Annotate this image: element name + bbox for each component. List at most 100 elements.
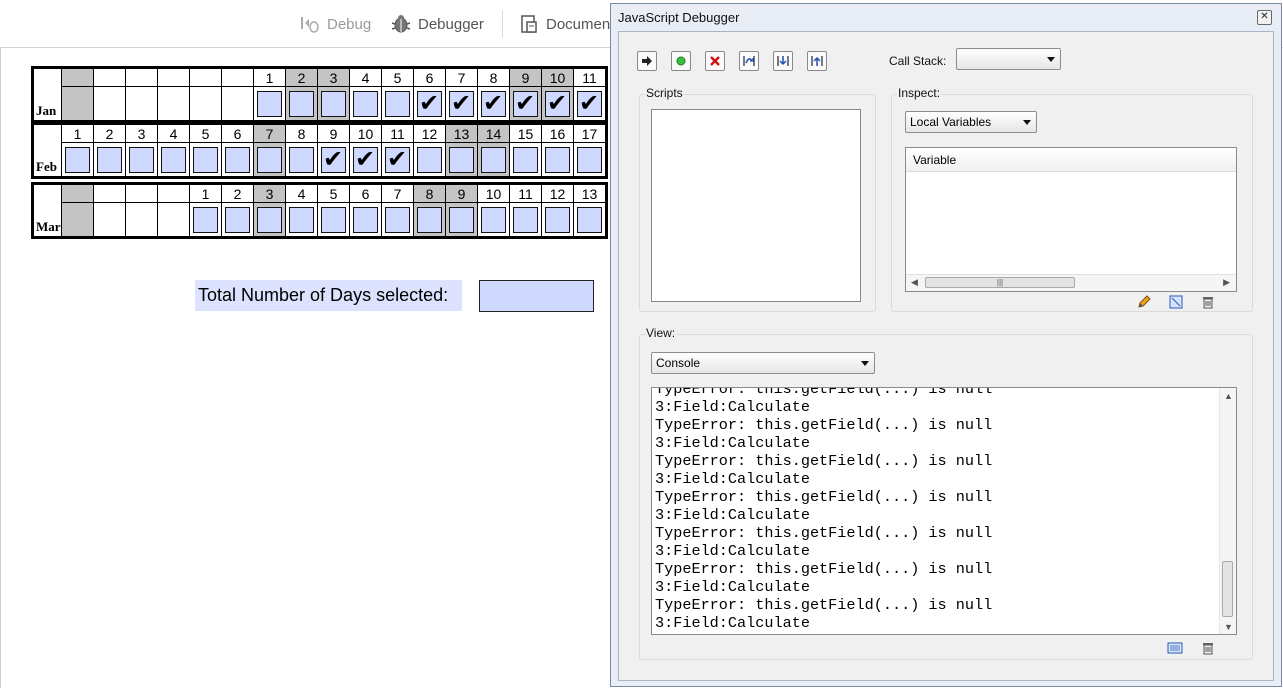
scrollbar-thumb[interactable]: |||: [925, 277, 1075, 288]
trash-icon[interactable]: [1200, 294, 1216, 310]
debugger-titlebar[interactable]: JavaScript Debugger ✕: [611, 4, 1281, 31]
day-number: 10: [477, 183, 510, 203]
day-checkbox[interactable]: [321, 90, 346, 117]
spacer-cell: [61, 86, 94, 122]
day-checkbox[interactable]: [353, 90, 378, 117]
console-execute-icon[interactable]: [1167, 640, 1183, 656]
console-line: TypeError: this.getField(...) is null: [655, 416, 993, 434]
step-out-button[interactable]: [807, 51, 827, 71]
debugger-button[interactable]: Debugger: [390, 12, 484, 36]
day-checkbox[interactable]: [545, 146, 570, 173]
step-into-button[interactable]: [773, 51, 793, 71]
debug-button[interactable]: Debug: [299, 12, 371, 36]
day-checkbox[interactable]: [513, 89, 538, 117]
day-number: 7: [253, 123, 286, 143]
scrollbar-thumb[interactable]: [1222, 561, 1233, 617]
day-checkbox[interactable]: [193, 146, 218, 173]
day-checkbox[interactable]: [577, 206, 602, 233]
day-checkbox[interactable]: [417, 146, 442, 173]
day-cell: [573, 202, 607, 238]
day-checkbox[interactable]: [353, 145, 378, 173]
day-number: 11: [509, 183, 542, 203]
day-checkbox[interactable]: [321, 206, 346, 233]
day-checkbox[interactable]: [449, 146, 474, 173]
day-checkbox[interactable]: [225, 146, 250, 173]
document-button[interactable]: Document: [518, 12, 614, 36]
day-cell: [317, 142, 350, 178]
day-checkbox[interactable]: [545, 89, 570, 117]
day-checkbox[interactable]: [385, 206, 410, 233]
inspect-dropdown[interactable]: Local Variables: [905, 111, 1037, 133]
day-checkbox[interactable]: [353, 206, 378, 233]
day-checkbox[interactable]: [417, 89, 442, 117]
scripts-list[interactable]: [651, 109, 861, 302]
day-checkbox[interactable]: [225, 206, 250, 233]
call-stack-dropdown[interactable]: [956, 48, 1061, 70]
day-checkbox[interactable]: [193, 206, 218, 233]
total-days-field[interactable]: [479, 280, 594, 312]
view-label: View:: [645, 326, 677, 340]
arrow-right-icon: [642, 56, 652, 66]
day-number: 14: [477, 123, 510, 143]
day-checkbox[interactable]: [97, 146, 122, 173]
variable-column-header[interactable]: Variable: [906, 148, 1236, 172]
day-checkbox[interactable]: [129, 146, 154, 173]
day-cell: [157, 142, 190, 178]
variables-table[interactable]: Variable ◀ ||| ▶: [905, 147, 1237, 292]
step-over-button[interactable]: [739, 51, 759, 71]
day-cell: [285, 142, 318, 178]
console-line: TypeError: this.getField(...) is null: [655, 452, 993, 470]
day-cell: [509, 86, 542, 122]
calendar-january: Jan 1 2 3 4 5 6 7 8 9 10 11: [31, 66, 608, 123]
watch-icon[interactable]: [1168, 294, 1184, 310]
day-checkbox[interactable]: [481, 89, 506, 117]
variables-horizontal-scrollbar[interactable]: ◀ ||| ▶: [906, 274, 1236, 291]
day-checkbox[interactable]: [257, 206, 282, 233]
trash-icon[interactable]: [1200, 640, 1216, 656]
day-number: 1: [61, 123, 94, 143]
day-checkbox[interactable]: [545, 206, 570, 233]
day-checkbox[interactable]: [289, 90, 314, 117]
day-checkbox[interactable]: [513, 146, 538, 173]
day-checkbox[interactable]: [449, 206, 474, 233]
console-output[interactable]: TypeError: this.getField(...) is null 3:F…: [651, 387, 1237, 635]
day-checkbox[interactable]: [481, 206, 506, 233]
day-checkbox[interactable]: [289, 146, 314, 173]
quit-button[interactable]: [705, 51, 725, 71]
day-cell: [477, 86, 510, 122]
day-checkbox[interactable]: [321, 145, 346, 173]
console-vertical-scrollbar[interactable]: ▲ ▼: [1219, 388, 1236, 634]
scroll-up-icon[interactable]: ▲: [1224, 391, 1233, 401]
day-checkbox[interactable]: [161, 146, 186, 173]
day-checkbox[interactable]: [577, 146, 602, 173]
day-number: 3: [253, 183, 286, 203]
day-checkbox[interactable]: [65, 146, 90, 173]
day-checkbox[interactable]: [257, 90, 282, 117]
day-checkbox[interactable]: [289, 206, 314, 233]
view-dropdown[interactable]: Console: [651, 352, 875, 374]
day-cell: [221, 142, 254, 178]
day-checkbox[interactable]: [417, 206, 442, 233]
day-checkbox[interactable]: [385, 145, 410, 173]
document-icon: [521, 15, 537, 33]
scroll-right-icon[interactable]: ▶: [1223, 277, 1230, 288]
day-checkbox[interactable]: [385, 90, 410, 117]
close-button[interactable]: ✕: [1257, 10, 1272, 25]
scroll-down-icon[interactable]: ▼: [1224, 622, 1233, 632]
day-number: [221, 67, 254, 87]
debugger-label: Debugger: [418, 15, 484, 33]
scroll-left-icon[interactable]: ◀: [911, 277, 918, 288]
day-cell: [125, 202, 158, 238]
day-checkbox[interactable]: [513, 206, 538, 233]
debugger-title: JavaScript Debugger: [618, 10, 740, 25]
resume-button[interactable]: [637, 51, 657, 71]
console-line: TypeError: this.getField(...) is null: [655, 596, 993, 614]
day-number: 3: [125, 123, 158, 143]
day-cell: [477, 202, 510, 238]
day-checkbox[interactable]: [481, 146, 506, 173]
break-button[interactable]: [671, 51, 691, 71]
day-checkbox[interactable]: [577, 89, 602, 117]
day-checkbox[interactable]: [449, 89, 474, 117]
day-checkbox[interactable]: [257, 146, 282, 173]
edit-pencil-icon[interactable]: [1136, 294, 1152, 310]
